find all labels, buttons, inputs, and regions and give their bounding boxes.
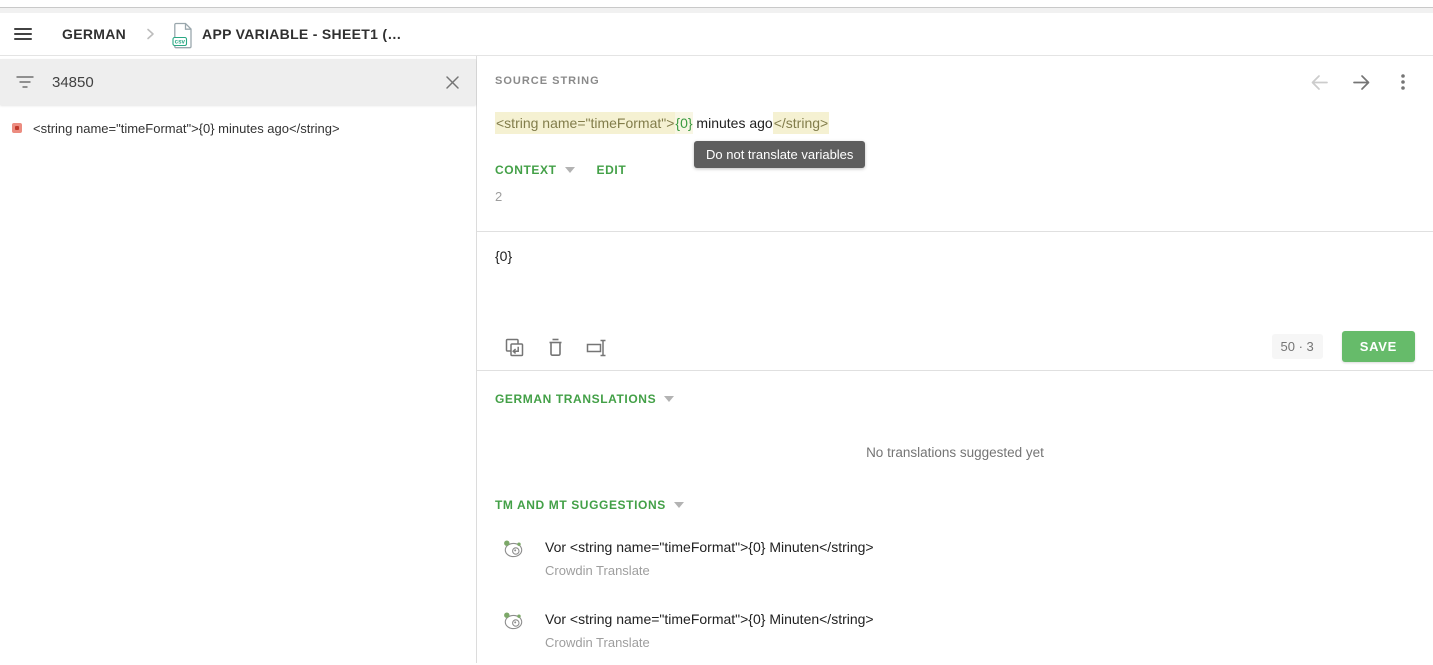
copy-source-icon[interactable] bbox=[502, 335, 526, 359]
source-variable[interactable]: {0} bbox=[675, 112, 692, 134]
suggestion-provider: Crowdin Translate bbox=[545, 563, 650, 578]
translations-section-title[interactable]: GERMAN TRANSLATIONS bbox=[495, 392, 656, 406]
untranslated-status-icon bbox=[12, 123, 22, 133]
divider bbox=[477, 231, 1433, 232]
context-caret-icon[interactable] bbox=[565, 167, 575, 173]
source-plain-text: minutes ago bbox=[693, 115, 773, 131]
context-label[interactable]: CONTEXT bbox=[495, 163, 557, 177]
variable-tooltip: Do not translate variables bbox=[694, 141, 865, 168]
suggestion-text[interactable]: Vor <string name="timeFormat">{0} Minute… bbox=[545, 539, 874, 555]
context-edit-button[interactable]: EDIT bbox=[597, 163, 627, 177]
breadcrumb-language[interactable]: GERMAN bbox=[62, 26, 126, 42]
list-item-text: <string name="timeFormat">{0} minutes ag… bbox=[33, 121, 340, 136]
svg-text:csv: csv bbox=[175, 38, 186, 45]
content: <string name="timeFormat">{0} minutes ag… bbox=[0, 56, 1433, 663]
csv-file-icon: csv bbox=[172, 22, 194, 49]
clear-search-icon[interactable] bbox=[442, 72, 462, 92]
select-text-icon[interactable] bbox=[584, 335, 608, 359]
source-open-tag: <string name="timeFormat"> bbox=[495, 112, 675, 134]
context-row: CONTEXT EDIT bbox=[495, 163, 626, 177]
suggestion-provider: Crowdin Translate bbox=[545, 635, 650, 650]
crowdin-translate-icon[interactable] bbox=[502, 537, 525, 565]
list-item[interactable]: <string name="timeFormat">{0} minutes ag… bbox=[0, 111, 476, 145]
strings-sidebar: <string name="timeFormat">{0} minutes ag… bbox=[0, 56, 477, 663]
previous-string-icon[interactable] bbox=[1307, 70, 1331, 94]
save-button[interactable]: SAVE bbox=[1342, 331, 1415, 362]
crowdin-translate-icon[interactable] bbox=[502, 609, 525, 637]
next-string-icon[interactable] bbox=[1349, 70, 1373, 94]
string-list: <string name="timeFormat">{0} minutes ag… bbox=[0, 105, 476, 145]
editor-toolbar bbox=[502, 335, 608, 359]
suggestions-caret-icon[interactable] bbox=[674, 502, 684, 508]
delete-translation-icon[interactable] bbox=[543, 335, 567, 359]
no-translations-message: No translations suggested yet bbox=[477, 445, 1433, 460]
divider bbox=[477, 370, 1433, 371]
translation-panel: SOURCE STRING <string name="timeFormat">… bbox=[477, 56, 1433, 663]
string-navigation bbox=[1307, 70, 1415, 94]
context-value: 2 bbox=[495, 189, 502, 204]
translation-input[interactable]: {0} bbox=[495, 248, 895, 308]
search-bar bbox=[0, 59, 476, 105]
filter-icon[interactable] bbox=[14, 74, 36, 90]
source-string: <string name="timeFormat">{0} minutes ag… bbox=[495, 115, 829, 131]
search-input[interactable] bbox=[52, 74, 442, 91]
breadcrumb-file-title[interactable]: APP VARIABLE - SHEET1 (… bbox=[202, 26, 402, 42]
suggestions-section-header: TM AND MT SUGGESTIONS bbox=[495, 498, 684, 512]
app-header: GERMAN csv APP VARIABLE - SHEET1 (… bbox=[0, 13, 1433, 56]
more-options-icon[interactable] bbox=[1391, 70, 1415, 94]
suggestions-section-title[interactable]: TM AND MT SUGGESTIONS bbox=[495, 498, 666, 512]
suggestion-text[interactable]: Vor <string name="timeFormat">{0} Minute… bbox=[545, 611, 874, 627]
source-close-tag: </string> bbox=[773, 112, 829, 134]
character-counter: 50 · 3 bbox=[1272, 334, 1323, 359]
browser-edge-strip bbox=[0, 0, 1433, 8]
editor-actions: 50 · 3 SAVE bbox=[1272, 331, 1416, 362]
translations-caret-icon[interactable] bbox=[664, 396, 674, 402]
breadcrumb-chevron-icon bbox=[142, 26, 158, 42]
source-string-header: SOURCE STRING bbox=[495, 75, 600, 87]
menu-icon[interactable] bbox=[14, 22, 38, 46]
translations-section-header: GERMAN TRANSLATIONS bbox=[495, 392, 674, 406]
